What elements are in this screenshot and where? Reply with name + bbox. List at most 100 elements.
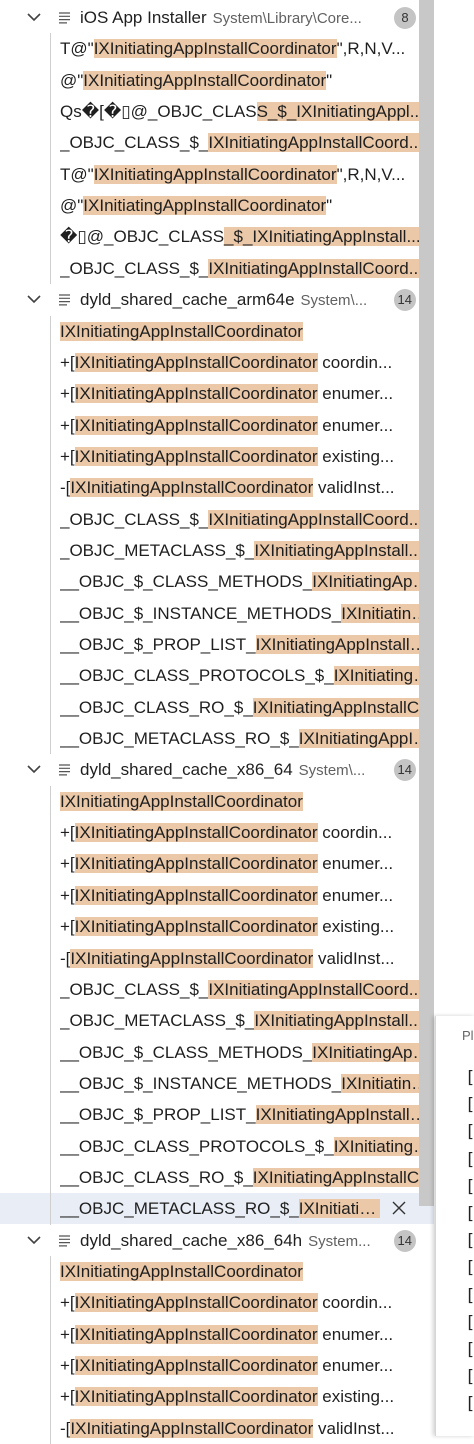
match-row[interactable]: T@"IXInitiatingAppInstallCoordinator",R,…: [0, 33, 434, 64]
match-row[interactable]: +[IXInitiatingAppInstallCoordinator enum…: [0, 1319, 434, 1350]
match-text: -[IXInitiatingAppInstallCoordinator vali…: [60, 943, 434, 974]
match-text: +[IXInitiatingAppInstallCoordinator coor…: [60, 1287, 434, 1318]
chevron-down-icon[interactable]: [24, 284, 44, 315]
match-suffix: enumer...: [317, 384, 394, 404]
match-prefix: _OBJC_CLASS_$_: [60, 258, 209, 278]
match-highlight: IXInitiatingAppInstallCoordinator: [74, 854, 318, 874]
match-row[interactable]: @"IXInitiatingAppInstallCoordinator": [0, 65, 434, 96]
match-text: __OBJC_METACLASS_RO_$_IXInitiatin...: [60, 1193, 380, 1224]
match-text: @"IXInitiatingAppInstallCoordinator": [60, 65, 434, 96]
match-highlight: IXInitiatingAppInstallCoordinator: [83, 196, 327, 216]
file-lines-icon: [58, 2, 72, 33]
match-row[interactable]: +[IXInitiatingAppInstallCoordinator exis…: [0, 441, 434, 472]
match-prefix: +[: [60, 1293, 75, 1313]
match-count-badge: 14: [393, 1229, 416, 1252]
match-suffix: enumer...: [317, 885, 394, 905]
match-prefix: Qs�[�▯@_OBJC_CLAS: [60, 102, 257, 122]
match-prefix: _OBJC_CLASS_$_: [60, 979, 209, 999]
match-row[interactable]: _OBJC_CLASS_$_IXInitiatingAppInstallCoor…: [0, 504, 434, 535]
file-result-header[interactable]: dyld_shared_cache_arm64e System\... 14: [0, 284, 434, 315]
vertical-scrollbar[interactable]: [419, 0, 434, 1206]
match-text: __OBJC_$_INSTANCE_METHODS_IXInitiating..…: [60, 1068, 434, 1099]
chevron-down-icon[interactable]: [24, 754, 44, 785]
dismiss-match-icon[interactable]: [392, 1193, 410, 1224]
chevron-down-icon[interactable]: [24, 1225, 44, 1256]
chevron-down-icon[interactable]: [24, 2, 44, 33]
match-row[interactable]: �▯@_OBJC_CLASS_$_IXInitiatingAppInstall.…: [0, 221, 434, 252]
match-suffix: coordin...: [317, 1293, 393, 1313]
match-row[interactable]: +[IXInitiatingAppInstallCoordinator coor…: [0, 1287, 434, 1318]
match-prefix: __OBJC_CLASS_PROTOCOLS_$_: [60, 1136, 334, 1156]
match-text: _OBJC_METACLASS_$_IXInitiatingAppInstall…: [60, 535, 434, 566]
match-highlight: IXInitiatingAppInstallCoordinator: [83, 70, 327, 90]
match-row[interactable]: IXInitiatingAppInstallCoordinator: [0, 316, 434, 347]
match-row[interactable]: _OBJC_CLASS_$_IXInitiatingAppInstallCoor…: [0, 974, 434, 1005]
match-row[interactable]: Qs�[�▯@_OBJC_CLASS_$_IXInitiatingAppl...: [0, 96, 434, 127]
panel-bracket-glyph: [: [465, 1394, 474, 1414]
match-text: +[IXInitiatingAppInstallCoordinator exis…: [60, 911, 434, 942]
file-result-header[interactable]: dyld_shared_cache_x86_64 System\... 14: [0, 754, 434, 785]
match-row[interactable]: __OBJC_$_CLASS_METHODS_IXInitiatingApp..…: [0, 566, 434, 597]
match-row[interactable]: +[IXInitiatingAppInstallCoordinator coor…: [0, 347, 434, 378]
match-prefix: __OBJC_$_PROP_LIST_: [60, 1105, 256, 1125]
match-row[interactable]: T@"IXInitiatingAppInstallCoordinator",R,…: [0, 159, 434, 190]
match-highlight: IXInitiatingAppInstallCoordinator: [93, 164, 337, 184]
match-row[interactable]: __OBJC_$_INSTANCE_METHODS_IXInitiating..…: [0, 1068, 434, 1099]
match-highlight: IXInitiatingAppInstallCoordinator: [70, 478, 314, 498]
match-highlight: IXInitiatingAppIn...: [298, 729, 434, 749]
match-suffix: enumer...: [317, 1356, 394, 1376]
match-highlight: IXInitiatingAppInstallCoordinator: [74, 446, 318, 466]
match-row[interactable]: +[IXInitiatingAppInstallCoordinator enum…: [0, 410, 434, 441]
match-row[interactable]: __OBJC_$_CLASS_METHODS_IXInitiatingApp..…: [0, 1037, 434, 1068]
match-row[interactable]: __OBJC_$_PROP_LIST_IXInitiatingAppInstal…: [0, 629, 434, 660]
match-text: +[IXInitiatingAppInstallCoordinator coor…: [60, 347, 434, 378]
match-highlight: IXInitiatingAppInstallCoordinator: [74, 1324, 318, 1344]
file-result-header[interactable]: iOS App Installer System\Library\Core... 8: [0, 2, 434, 33]
match-row[interactable]: _OBJC_CLASS_$_IXInitiatingAppInstallCoor…: [0, 127, 434, 158]
match-text: __OBJC_METACLASS_RO_$_IXInitiatingAppIn.…: [60, 723, 434, 754]
match-row[interactable]: __OBJC_METACLASS_RO_$_IXInitiatingAppIn.…: [0, 723, 434, 754]
match-row[interactable]: -[IXInitiatingAppInstallCoordinator vali…: [0, 1413, 434, 1444]
file-name: iOS App Installer System\Library\Core...: [80, 2, 362, 33]
match-text: +[IXInitiatingAppInstallCoordinator enum…: [60, 880, 434, 911]
match-row[interactable]: _OBJC_METACLASS_$_IXInitiatingAppInstall…: [0, 1005, 434, 1036]
match-row[interactable]: +[IXInitiatingAppInstallCoordinator coor…: [0, 817, 434, 848]
match-row[interactable]: +[IXInitiatingAppInstallCoordinator enum…: [0, 378, 434, 409]
file-lines-icon: [58, 1225, 72, 1256]
match-row[interactable]: -[IXInitiatingAppInstallCoordinator vali…: [0, 472, 434, 503]
match-row[interactable]: +[IXInitiatingAppInstallCoordinator exis…: [0, 911, 434, 942]
match-row[interactable]: __OBJC_CLASS_PROTOCOLS_$_IXInitiatingA..…: [0, 660, 434, 691]
match-text: -[IXInitiatingAppInstallCoordinator vali…: [60, 472, 434, 503]
indent-guide: [50, 33, 51, 285]
file-result-header[interactable]: dyld_shared_cache_x86_64h System... 14: [0, 1225, 434, 1256]
match-row[interactable]: -[IXInitiatingAppInstallCoordinator vali…: [0, 943, 434, 974]
match-row[interactable]: __OBJC_CLASS_RO_$_IXInitiatingAppInstall…: [0, 1162, 434, 1193]
match-row[interactable]: _OBJC_METACLASS_$_IXInitiatingAppInstall…: [0, 535, 434, 566]
match-row[interactable]: IXInitiatingAppInstallCoordinator: [0, 786, 434, 817]
match-prefix: +[: [60, 917, 75, 937]
match-prefix: +[: [60, 415, 75, 435]
match-text: +[IXInitiatingAppInstallCoordinator enum…: [60, 410, 434, 441]
match-row[interactable]: __OBJC_$_PROP_LIST_IXInitiatingAppInstal…: [0, 1099, 434, 1130]
match-prefix: _OBJC_METACLASS_$_: [60, 1011, 255, 1031]
match-row[interactable]: +[IXInitiatingAppInstallCoordinator exis…: [0, 1381, 434, 1412]
match-row[interactable]: +[IXInitiatingAppInstallCoordinator enum…: [0, 848, 434, 879]
match-row[interactable]: +[IXInitiatingAppInstallCoordinator enum…: [0, 880, 434, 911]
file-lines-icon: [58, 754, 72, 785]
panel-bracket-glyph: [: [465, 1367, 474, 1387]
match-row[interactable]: IXInitiatingAppInstallCoordinator: [0, 1256, 434, 1287]
match-text: Qs�[�▯@_OBJC_CLASS_$_IXInitiatingAppl...: [60, 96, 434, 127]
match-prefix: __OBJC_$_INSTANCE_METHODS_: [60, 603, 342, 623]
match-row[interactable]: __OBJC_CLASS_PROTOCOLS_$_IXInitiatingA..…: [0, 1131, 434, 1162]
match-row-selected[interactable]: __OBJC_METACLASS_RO_$_IXInitiatin...: [0, 1193, 434, 1225]
match-text: __OBJC_CLASS_PROTOCOLS_$_IXInitiatingA..…: [60, 1131, 434, 1162]
match-row[interactable]: __OBJC_CLASS_RO_$_IXInitiatingAppInstall…: [0, 692, 434, 723]
match-text: �▯@_OBJC_CLASS_$_IXInitiatingAppInstall.…: [60, 221, 434, 252]
match-row[interactable]: +[IXInitiatingAppInstallCoordinator enum…: [0, 1350, 434, 1381]
match-row[interactable]: @"IXInitiatingAppInstallCoordinator": [0, 190, 434, 221]
match-row[interactable]: __OBJC_$_INSTANCE_METHODS_IXInitiating..…: [0, 598, 434, 629]
match-prefix: __OBJC_METACLASS_RO_$_: [60, 729, 299, 749]
match-row[interactable]: _OBJC_CLASS_$_IXInitiatingAppInstallCoor…: [0, 253, 434, 284]
match-prefix: __OBJC_CLASS_PROTOCOLS_$_: [60, 666, 334, 686]
match-highlight: IXInitiatingAppInstallCoordinator: [74, 917, 318, 937]
